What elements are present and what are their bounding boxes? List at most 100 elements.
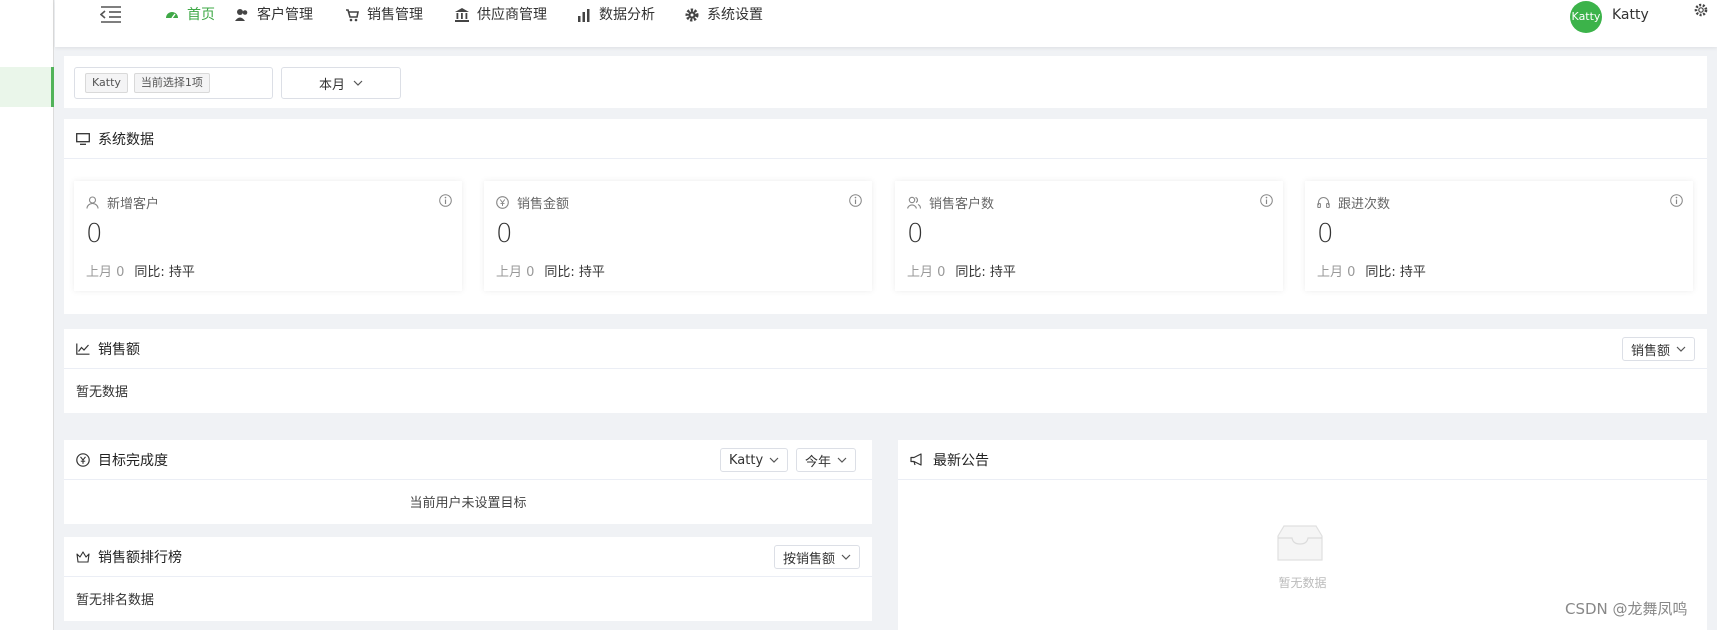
cart-icon xyxy=(346,9,359,22)
stat-last-month: 上月 0 xyxy=(86,265,125,280)
system-data-panel: 系统数据 新增客户 0 上月 0 同比: 持平 销售金额 0 上月 0 同比: … xyxy=(64,119,1707,314)
gear-icon xyxy=(685,8,699,22)
dropdown-value: 按销售额 xyxy=(782,551,835,567)
empty-inbox-icon xyxy=(1268,524,1332,568)
selected-count-tag: 当前选择1项 xyxy=(133,73,210,93)
dropdown-value: 销售额 xyxy=(1630,343,1670,359)
info-icon[interactable] xyxy=(849,194,862,211)
stat-footer: 上月 0 同比: 持平 xyxy=(496,261,605,280)
nav-item-customers[interactable]: 客户管理 xyxy=(235,0,313,30)
goal-panel: 目标完成度 Katty 今年 当前用户未设置目标 xyxy=(64,440,872,524)
sales-header: 销售额 xyxy=(64,329,1707,369)
stat-label: 跟进次数 xyxy=(1317,193,1390,212)
period-select-value: 本月 xyxy=(318,77,345,93)
crown-icon xyxy=(76,550,90,563)
watermark: CSDN @龙舞凤鸣 xyxy=(1565,600,1688,618)
stat-last-month: 上月 0 xyxy=(907,265,946,280)
users-outline-icon xyxy=(907,196,921,209)
stat-compare: 同比: 持平 xyxy=(955,265,1016,280)
menu-fold-icon[interactable] xyxy=(99,5,122,25)
sidebar xyxy=(0,0,54,630)
stat-value: 0 xyxy=(86,219,103,249)
goal-empty-text: 当前用户未设置目标 xyxy=(409,496,527,511)
nav-item-label: 首页 xyxy=(187,7,215,23)
info-icon[interactable] xyxy=(439,194,452,211)
yen-icon xyxy=(496,196,509,209)
stat-compare: 同比: 持平 xyxy=(134,265,195,280)
stat-card-sales-amount: 销售金额 0 上月 0 同比: 持平 xyxy=(484,181,872,291)
users-icon xyxy=(235,9,248,21)
bar-chart-icon xyxy=(578,9,590,22)
nav-item-label: 系统设置 xyxy=(707,7,763,23)
ranking-metric-dropdown[interactable]: 按销售额 xyxy=(773,545,860,569)
filter-bar: Katty 当前选择1项 本月 xyxy=(64,56,1707,108)
nav-item-settings[interactable]: 系统设置 xyxy=(685,0,763,30)
megaphone-icon xyxy=(910,453,922,466)
info-icon[interactable] xyxy=(1670,194,1683,211)
stat-footer: 上月 0 同比: 持平 xyxy=(907,261,1016,280)
stat-compare: 同比: 持平 xyxy=(544,265,605,280)
nav-item-suppliers[interactable]: 供应商管理 xyxy=(455,0,547,30)
ranking-panel: 销售额排行榜 按销售额 暂无排名数据 xyxy=(64,537,872,621)
sales-metric-dropdown[interactable]: 销售额 xyxy=(1621,337,1695,361)
user-multi-select[interactable]: Katty 当前选择1项 xyxy=(74,67,273,99)
line-chart-icon xyxy=(76,343,90,355)
info-icon[interactable] xyxy=(1260,194,1273,211)
system-data-header: 系统数据 xyxy=(64,119,1707,159)
period-select[interactable]: 本月 xyxy=(281,67,401,99)
stat-label: 销售金额 xyxy=(496,193,569,212)
user-icon xyxy=(86,196,99,209)
stat-label: 新增客户 xyxy=(86,193,159,212)
sidebar-active-item[interactable] xyxy=(0,67,54,107)
stat-value: 0 xyxy=(907,219,924,249)
dashboard-icon xyxy=(166,12,178,19)
ranking-header: 销售额排行榜 xyxy=(64,537,872,577)
stat-card-sales-customers: 销售客户数 0 上月 0 同比: 持平 xyxy=(895,181,1283,291)
dropdown-value: Katty xyxy=(729,452,764,468)
panel-title: 最新公告 xyxy=(933,452,989,469)
goal-period-dropdown[interactable]: 今年 xyxy=(796,448,857,472)
settings-gear-icon[interactable] xyxy=(1694,3,1708,21)
notice-empty-text: 暂无数据 xyxy=(1278,576,1327,590)
stat-card-followups: 跟进次数 0 上月 0 同比: 持平 xyxy=(1305,181,1693,291)
panel-title: 目标完成度 xyxy=(98,452,168,469)
nav-item-label: 供应商管理 xyxy=(477,7,547,23)
chevron-down-icon xyxy=(841,554,851,560)
chevron-down-icon xyxy=(1676,346,1686,352)
panel-title: 销售额排行榜 xyxy=(98,549,182,566)
stat-label: 销售客户数 xyxy=(907,193,994,212)
notice-header: 最新公告 xyxy=(898,440,1707,480)
stat-footer: 上月 0 同比: 持平 xyxy=(1317,261,1426,280)
chevron-down-icon xyxy=(353,80,363,86)
nav-item-label: 销售管理 xyxy=(367,7,423,23)
yen-circle-icon xyxy=(76,452,90,467)
sales-empty-text: 暂无数据 xyxy=(76,385,129,400)
panel-title: 销售额 xyxy=(98,341,140,358)
stat-value: 0 xyxy=(1317,219,1334,249)
stat-last-month: 上月 0 xyxy=(496,265,535,280)
bank-icon xyxy=(455,8,469,22)
stat-compare: 同比: 持平 xyxy=(1365,265,1426,280)
panel-title: 系统数据 xyxy=(98,131,154,148)
nav-item-home[interactable]: 首页 xyxy=(165,0,215,30)
user-tag: Katty xyxy=(85,73,128,93)
headset-icon xyxy=(1317,197,1330,209)
stat-last-month: 上月 0 xyxy=(1317,265,1356,280)
stat-value: 0 xyxy=(496,219,513,249)
nav-item-sales[interactable]: 销售管理 xyxy=(345,0,423,30)
top-nav: 首页 客户管理 销售管理 供应商管理 数据分析 系统设置 Katty Katty xyxy=(55,0,1717,47)
chevron-down-icon xyxy=(769,457,779,463)
user-name[interactable]: Katty xyxy=(1612,0,1649,30)
stat-footer: 上月 0 同比: 持平 xyxy=(86,261,195,280)
nav-item-label: 数据分析 xyxy=(599,7,655,23)
nav-item-analytics[interactable]: 数据分析 xyxy=(577,0,655,30)
sales-panel: 销售额 销售额 暂无数据 xyxy=(64,329,1707,413)
monitor-icon xyxy=(76,132,90,145)
goal-user-dropdown[interactable]: Katty xyxy=(720,448,789,472)
avatar[interactable]: Katty xyxy=(1570,1,1602,33)
dropdown-value: 今年 xyxy=(805,454,832,470)
ranking-empty-text: 暂无排名数据 xyxy=(76,593,155,608)
chevron-down-icon xyxy=(837,457,847,463)
nav-item-label: 客户管理 xyxy=(257,7,313,23)
stat-card-new-customers: 新增客户 0 上月 0 同比: 持平 xyxy=(74,181,462,291)
